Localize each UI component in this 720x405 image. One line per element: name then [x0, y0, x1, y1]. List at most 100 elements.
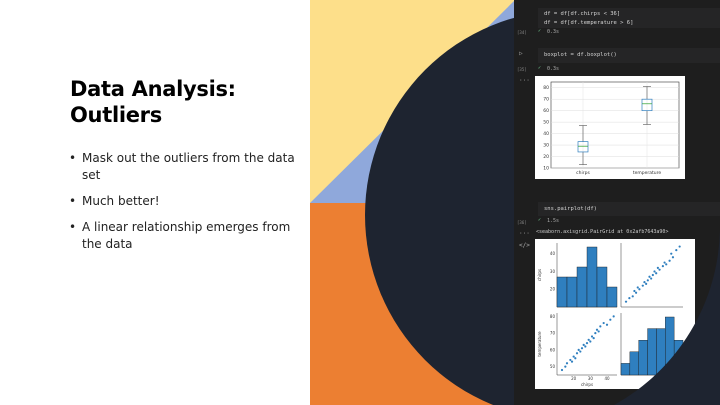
- scatter-point: [572, 355, 575, 358]
- scatter-point: [645, 282, 648, 285]
- bullet-item: • Much better!: [68, 193, 308, 210]
- code-line: sns.pairplot(df): [544, 206, 597, 212]
- histogram-bar: [620, 363, 631, 376]
- scatter-point: [655, 272, 658, 275]
- y-tick-label: 60: [550, 347, 556, 352]
- notebook-screenshot: df = df[df.chirps < 36] df = df[df.tempe…: [514, 0, 720, 405]
- slide-title-line-2: Outliers: [70, 103, 162, 127]
- bullet-dot: •: [69, 151, 77, 165]
- scatter-point: [638, 288, 641, 291]
- y-tick-label: 30: [550, 269, 556, 274]
- scatter-point: [651, 273, 654, 277]
- x-tick-label: chirps: [576, 170, 590, 176]
- output-icon[interactable]: </>: [519, 242, 530, 249]
- code-cell-3[interactable]: sns.pairplot(df): [538, 202, 720, 216]
- scatter-point: [656, 266, 659, 269]
- code-line: df = df[df.chirps < 36]: [544, 11, 621, 17]
- execution-count: [34]: [517, 30, 527, 35]
- scatter-point: [594, 332, 597, 335]
- code-cell-2[interactable]: boxplot = df.boxplot(): [538, 48, 720, 63]
- boxplot-chart: 10 20 30 40 50 60 70 80 chirps temperature: [535, 76, 685, 179]
- scatter-point: [624, 300, 628, 303]
- scatter-point: [661, 265, 664, 268]
- y-tick-label: 10: [543, 166, 549, 172]
- scatter-point: [587, 338, 590, 341]
- scatter-point: [628, 297, 631, 300]
- bullet-list: • Mask out the outliers from the data set…: [68, 150, 308, 262]
- x-tick-label: temperature: [633, 170, 662, 176]
- histogram-bar: [665, 316, 675, 376]
- scatter-point: [597, 330, 600, 333]
- bullet-dot: •: [69, 194, 77, 208]
- scatter-point: [648, 275, 651, 278]
- code-line: df = df[df.temperature > 6]: [544, 20, 634, 26]
- y-axis-label: temperature: [537, 331, 542, 357]
- y-tick-label: 80: [550, 314, 556, 319]
- scatter-point: [560, 368, 564, 372]
- scatter-point: [589, 340, 592, 343]
- y-tick-label: 20: [543, 154, 549, 160]
- scatter-point: [595, 328, 599, 331]
- bullet-text: Much better!: [82, 194, 160, 208]
- y-tick-label: 70: [550, 331, 556, 336]
- scatter-point: [670, 252, 673, 255]
- histogram-bar: [576, 266, 588, 308]
- bullet-dot: •: [69, 220, 77, 234]
- scatter-point: [671, 256, 675, 259]
- ellipsis-icon[interactable]: ···: [519, 77, 530, 84]
- check-icon: ✓: [538, 28, 542, 34]
- y-tick-label: 40: [550, 251, 556, 256]
- x-axis-label: chirps: [581, 382, 593, 387]
- y-tick-label: 70: [543, 97, 549, 103]
- scatter-point: [665, 263, 668, 266]
- pairgrid-output-text: <seaborn.axisgrid.PairGrid at 0x2afb7643…: [536, 229, 669, 235]
- cell-status: 0.3s: [547, 29, 560, 35]
- play-icon[interactable]: ▷: [519, 50, 523, 57]
- bullet-item: • Mask out the outliers from the data set: [68, 150, 308, 184]
- cell-status: 1.5s: [547, 218, 560, 224]
- code-cell-1[interactable]: df = df[df.chirps < 36] df = df[df.tempe…: [538, 8, 720, 28]
- y-tick-label: 20: [550, 287, 556, 292]
- scatter-point: [590, 335, 594, 338]
- scatter-point: [675, 249, 678, 252]
- x-tick-label: 40: [604, 376, 610, 381]
- scatter-point: [584, 345, 587, 348]
- histogram-bar: [629, 351, 639, 376]
- pairplot-chart: 20 30 40 50 60 70 80 20 30 40 chirps temperature chi…: [535, 239, 695, 389]
- scatter-point: [634, 291, 638, 294]
- scatter-point: [605, 323, 609, 326]
- scatter-point: [582, 343, 585, 346]
- slide-title: Data Analysis: Outliers: [70, 76, 236, 128]
- scatter-point: [569, 358, 572, 362]
- scatter-point: [564, 365, 567, 368]
- y-axis-label: chirps: [537, 269, 542, 281]
- code-line: boxplot = df.boxplot(): [544, 52, 617, 58]
- scatter-point: [650, 277, 653, 280]
- scatter-point: [592, 337, 595, 340]
- check-icon: ✓: [538, 217, 542, 223]
- y-tick-label: 40: [543, 131, 549, 137]
- ellipsis-icon[interactable]: ···: [519, 230, 530, 237]
- execution-count: [36]: [517, 220, 527, 225]
- scatter-point: [653, 270, 656, 273]
- bullet-item: • A linear relationship emerges from the …: [68, 219, 308, 253]
- scatter-point: [633, 289, 636, 293]
- y-tick-label: 80: [543, 85, 549, 91]
- y-tick-label: 50: [550, 364, 556, 369]
- histogram-bar: [556, 276, 568, 308]
- scatter-point: [631, 295, 634, 298]
- scatter-point: [580, 347, 584, 350]
- histogram-bar: [647, 328, 657, 376]
- scatter-point: [609, 318, 612, 321]
- y-tick-label: 60: [543, 108, 549, 114]
- bullet-text: A linear relationship emerges from the d…: [82, 220, 291, 251]
- scatter-point: [574, 357, 577, 360]
- histogram-bar: [596, 266, 608, 308]
- histogram-bar: [638, 339, 648, 376]
- scatter-point: [612, 315, 615, 318]
- execution-count: [35]: [517, 67, 527, 72]
- scatter-point: [570, 360, 574, 363]
- scatter-point: [663, 261, 666, 264]
- scatter-point: [575, 352, 579, 355]
- scatter-point: [579, 350, 582, 353]
